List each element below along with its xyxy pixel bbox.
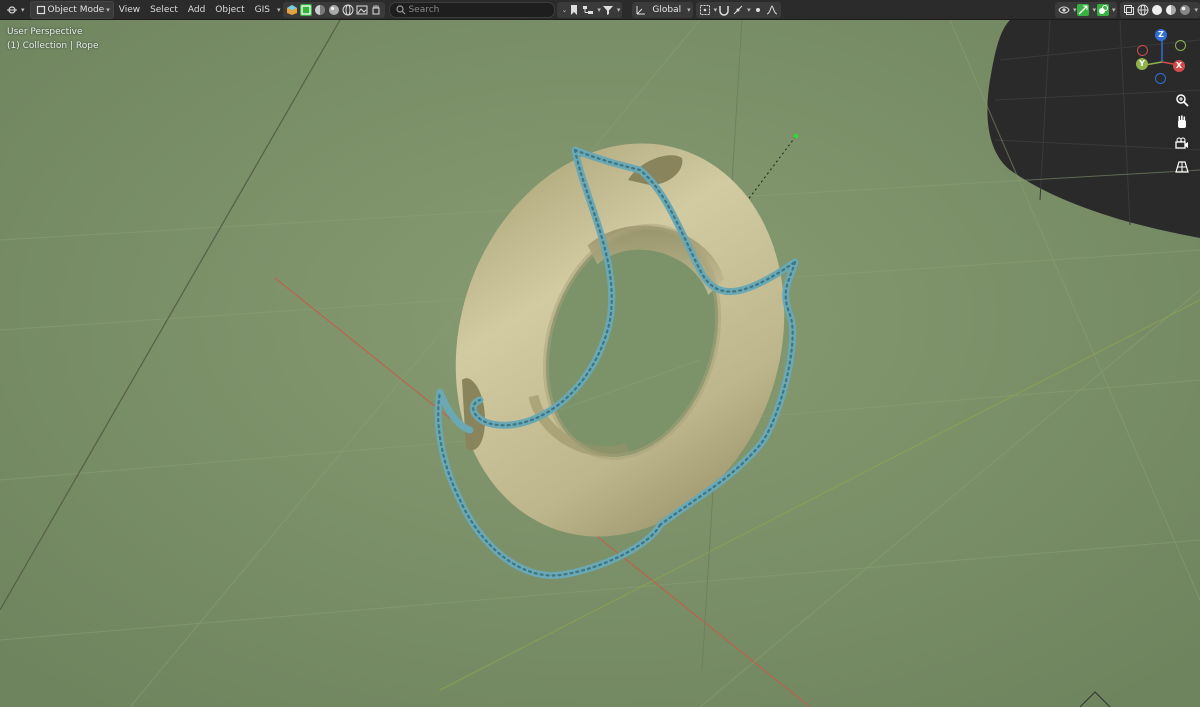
outliner-icon[interactable] bbox=[582, 4, 594, 16]
chevron-down-icon[interactable]: ▾ bbox=[1112, 6, 1116, 14]
cube-icon[interactable] bbox=[286, 4, 298, 16]
editor-type-button[interactable]: ▾ bbox=[2, 2, 28, 18]
gizmo-y-axis[interactable]: Y bbox=[1136, 58, 1148, 70]
menu-add[interactable]: Add bbox=[183, 2, 210, 18]
chevron-down-icon[interactable]: ▾ bbox=[1194, 6, 1198, 14]
menu-view[interactable]: View bbox=[114, 2, 145, 18]
material-sphere-icon[interactable] bbox=[328, 4, 340, 16]
rendered-shading-icon[interactable] bbox=[1179, 4, 1191, 16]
transform-orientation-label: Global bbox=[652, 4, 682, 15]
material-preview-icon[interactable] bbox=[1165, 4, 1177, 16]
zoom-icon bbox=[1176, 94, 1189, 107]
chevron-down-icon: ▾ bbox=[106, 5, 110, 14]
navigation-gizmo[interactable]: Z X Y bbox=[1130, 26, 1190, 86]
search-placeholder: Search bbox=[408, 4, 440, 15]
chevron-down-icon[interactable]: ▾ bbox=[1092, 6, 1096, 14]
object-mode-icon bbox=[36, 5, 45, 14]
pivot-snap-group: ▾ ▾ bbox=[695, 1, 781, 18]
addon-icon-group bbox=[283, 1, 386, 18]
eye-visibility-icon[interactable] bbox=[1058, 4, 1070, 16]
snap-target-icon[interactable] bbox=[732, 4, 744, 16]
chevron-down-icon[interactable]: ⌄ bbox=[561, 6, 567, 14]
search-input[interactable]: Search bbox=[389, 1, 556, 18]
gizmo-neg-z-axis[interactable] bbox=[1155, 73, 1166, 84]
chevron-down-icon[interactable]: ▾ bbox=[617, 6, 621, 14]
gizmo-neg-x-axis[interactable] bbox=[1137, 45, 1148, 56]
falloff-curve-icon[interactable] bbox=[766, 4, 778, 16]
search-options-group: ⌄ ▾ ▾ bbox=[557, 1, 623, 18]
active-collection-label: (1) Collection | Rope bbox=[7, 41, 99, 51]
view-perspective-label: User Perspective bbox=[7, 27, 83, 37]
menu-gis[interactable]: GIS bbox=[250, 2, 275, 18]
chevron-down-icon: ▾ bbox=[687, 5, 691, 14]
filter-icon[interactable] bbox=[602, 4, 614, 16]
transform-orientation-dropdown[interactable]: Global ▾ bbox=[632, 1, 693, 18]
menu-select[interactable]: Select bbox=[145, 2, 183, 18]
bookmark-icon[interactable] bbox=[568, 4, 580, 16]
mode-label: Object Mode bbox=[47, 4, 105, 15]
xray-icon[interactable] bbox=[1123, 4, 1135, 16]
snap-magnet-icon[interactable] bbox=[718, 4, 730, 16]
globe-icon[interactable] bbox=[342, 4, 354, 16]
green-square-icon[interactable] bbox=[300, 3, 313, 16]
ortho-toggle-button[interactable] bbox=[1172, 157, 1192, 177]
wireframe-shading-icon[interactable] bbox=[1137, 4, 1149, 16]
view3d-icon bbox=[7, 5, 17, 14]
camera-icon bbox=[1175, 137, 1188, 149]
gizmo-z-axis[interactable]: Z bbox=[1155, 29, 1167, 41]
pivot-point-icon[interactable] bbox=[699, 4, 711, 16]
viewport-header: ▾ Object Mode ▾ View Select Add Object G… bbox=[0, 0, 1200, 20]
camera-view-button[interactable] bbox=[1172, 134, 1192, 154]
gizmo-neg-y-axis[interactable] bbox=[1175, 40, 1186, 51]
chevron-down-icon[interactable]: ▾ bbox=[597, 6, 601, 14]
blender-window: ▾ Object Mode ▾ View Select Add Object G… bbox=[0, 0, 1200, 707]
chevron-down-icon[interactable]: ▾ bbox=[714, 6, 718, 14]
viewport-3d[interactable] bbox=[0, 0, 1200, 707]
chevron-down-icon[interactable]: ▾ bbox=[1073, 6, 1077, 14]
image-icon[interactable] bbox=[356, 4, 368, 16]
orientation-axes-icon bbox=[636, 5, 646, 14]
mode-dropdown[interactable]: Object Mode ▾ bbox=[29, 0, 114, 19]
proportional-edit-icon[interactable] bbox=[752, 4, 764, 16]
visibility-gizmo-group: ▾ ▾ ▾ bbox=[1054, 1, 1118, 18]
hand-pan-icon bbox=[1178, 115, 1186, 128]
menu-object[interactable]: Object bbox=[210, 2, 249, 18]
search-icon bbox=[396, 4, 406, 14]
chevron-down-icon[interactable]: ▾ bbox=[747, 6, 751, 14]
shading-sphere-icon[interactable] bbox=[314, 4, 326, 16]
gizmo-x-axis[interactable]: X bbox=[1173, 60, 1185, 72]
pan-button[interactable] bbox=[1172, 112, 1192, 132]
hand-icon[interactable] bbox=[370, 4, 382, 16]
zoom-button[interactable] bbox=[1172, 90, 1192, 110]
shading-mode-group: ▾ bbox=[1120, 1, 1200, 18]
overlay-toggle-icon[interactable] bbox=[1096, 3, 1109, 16]
light-handle[interactable] bbox=[793, 133, 799, 139]
chevron-down-icon: ▾ bbox=[21, 5, 25, 14]
solid-shading-icon[interactable] bbox=[1151, 4, 1163, 16]
chevron-down-icon[interactable]: ▾ bbox=[277, 6, 281, 14]
gizmo-toggle-icon[interactable] bbox=[1077, 3, 1090, 16]
grid-perspective-icon bbox=[1175, 161, 1189, 173]
